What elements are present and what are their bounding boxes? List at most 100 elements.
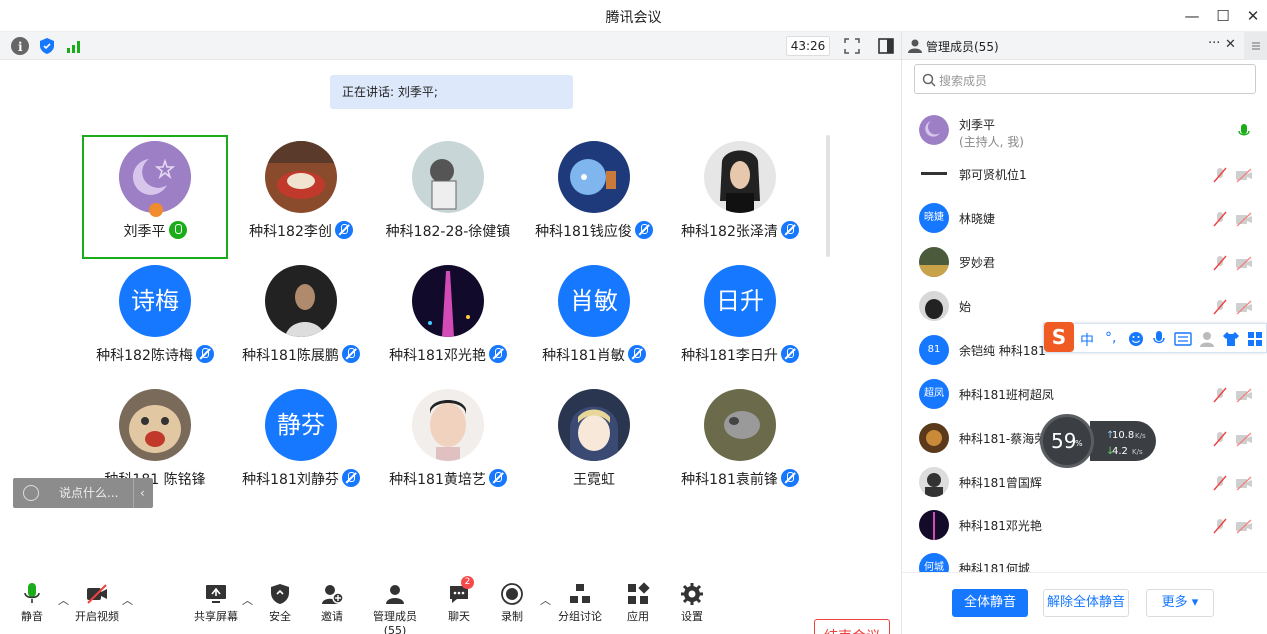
member-row[interactable]: 超凤 种科181班柯超凤 bbox=[902, 374, 1267, 416]
ime-punctuation-toggle[interactable]: °, bbox=[1105, 330, 1116, 346]
participant-tile[interactable]: 种科182-28-徐健镇 bbox=[375, 135, 521, 259]
participant-tile[interactable]: 种科182李创 bbox=[228, 135, 374, 259]
collapse-icon[interactable]: ‹ bbox=[133, 478, 145, 508]
chat-placeholder: 说点什么... bbox=[59, 486, 119, 500]
member-row[interactable]: 刘季平 (主持人, 我) bbox=[902, 110, 1267, 152]
member-row[interactable]: 种科181曾国辉 bbox=[902, 462, 1267, 504]
more-options-icon[interactable]: ··· bbox=[1208, 36, 1220, 51]
chevron-up-icon[interactable]: ︿ bbox=[122, 592, 133, 608]
security-button[interactable]: 安全 bbox=[266, 582, 294, 624]
breakout-button[interactable]: 分组讨论 bbox=[556, 582, 604, 624]
chevron-up-icon[interactable]: ︿ bbox=[242, 592, 253, 608]
participant-tile[interactable]: 种科181陈展鹏 bbox=[228, 259, 374, 383]
camera-off-icon[interactable] bbox=[1235, 475, 1253, 491]
end-meeting-button[interactable]: 结束会议 bbox=[814, 619, 890, 634]
camera-off-icon[interactable] bbox=[1235, 518, 1253, 534]
user-icon[interactable] bbox=[1199, 331, 1215, 347]
panel-menu-icon[interactable] bbox=[1244, 32, 1267, 60]
unmute-all-button[interactable]: 解除全体静音 bbox=[1043, 589, 1129, 617]
apps-button[interactable]: 应用 bbox=[624, 582, 652, 624]
minimize-button[interactable]: — bbox=[1180, 5, 1204, 27]
member-row[interactable]: 何城 种科181何城 bbox=[902, 548, 1267, 572]
participant-tile[interactable]: 诗梅 种科182陈诗梅 bbox=[82, 259, 228, 383]
breakout-rooms-icon bbox=[570, 584, 590, 603]
mic-on-icon[interactable] bbox=[1236, 123, 1252, 139]
camera-off-icon[interactable] bbox=[1235, 167, 1253, 183]
member-row[interactable]: 始 bbox=[902, 286, 1267, 328]
close-button[interactable]: ✕ bbox=[1241, 5, 1265, 27]
member-row[interactable]: 郭可贤机位1 bbox=[902, 154, 1267, 196]
skin-icon[interactable] bbox=[1222, 331, 1240, 347]
share-screen-button[interactable]: 共享屏幕 bbox=[192, 582, 240, 624]
shield-icon[interactable] bbox=[38, 37, 56, 55]
mic-muted-icon[interactable] bbox=[1212, 387, 1228, 403]
grid-scrollbar[interactable] bbox=[826, 135, 830, 257]
signal-icon[interactable] bbox=[65, 37, 83, 55]
chevron-up-icon[interactable]: ︿ bbox=[540, 592, 551, 608]
participant-name: 种科181黄培艺 bbox=[389, 472, 486, 488]
quick-chat-toast[interactable]: 说点什么... ‹ bbox=[13, 478, 153, 508]
participant-tile[interactable]: 种科181钱应俊 bbox=[521, 135, 667, 259]
invite-button[interactable]: 邀请 bbox=[318, 582, 346, 624]
participant-tile[interactable]: 种科181黄培艺 bbox=[375, 383, 521, 507]
meeting-timer: 43:26 bbox=[786, 36, 830, 56]
ime-mode-toggle[interactable]: 中 bbox=[1080, 330, 1094, 350]
mic-muted-icon bbox=[780, 345, 799, 363]
record-button[interactable]: 录制 bbox=[498, 582, 526, 624]
layout-toggle-icon[interactable] bbox=[876, 36, 896, 56]
meeting-info-bar: i 43:26 bbox=[0, 32, 901, 60]
participant-tile[interactable]: 种科181袁前锋 bbox=[667, 383, 813, 507]
participant-name: 种科181刘静芬 bbox=[242, 472, 339, 488]
mic-muted-icon[interactable] bbox=[1212, 299, 1228, 315]
video-button[interactable]: 开启视频 bbox=[70, 582, 124, 624]
member-row[interactable]: 罗妙君 bbox=[902, 242, 1267, 284]
toolbox-icon[interactable] bbox=[1247, 331, 1263, 347]
member-row[interactable]: 种科181邓光艳 bbox=[902, 505, 1267, 547]
camera-off-icon[interactable] bbox=[1235, 211, 1253, 227]
cpu-usage-ring: 59 % bbox=[1040, 414, 1094, 468]
participant-tile[interactable]: 种科181邓光艳 bbox=[375, 259, 521, 383]
more-button[interactable]: 更多 ▾ bbox=[1146, 589, 1214, 617]
mic-muted-icon[interactable] bbox=[1212, 475, 1228, 491]
voice-input-icon[interactable] bbox=[1152, 330, 1166, 348]
network-speeds: ↑ 10.8 K/s ↓ 4.2 K/s bbox=[1090, 421, 1156, 461]
info-icon[interactable]: i bbox=[11, 37, 29, 55]
participant-tile[interactable]: 王霓虹 bbox=[521, 383, 667, 507]
camera-off-icon[interactable] bbox=[1235, 299, 1253, 315]
participant-tile[interactable]: 刘季平 bbox=[82, 135, 228, 259]
mute-all-button[interactable]: 全体静音 bbox=[952, 589, 1028, 617]
ime-logo[interactable]: S bbox=[1044, 322, 1074, 352]
avatar bbox=[558, 141, 630, 213]
fullscreen-icon[interactable] bbox=[842, 36, 862, 56]
camera-off-icon[interactable] bbox=[1235, 387, 1253, 403]
close-panel-icon[interactable]: ✕ bbox=[1225, 37, 1236, 52]
avatar bbox=[558, 389, 630, 461]
network-speed-widget[interactable]: ↑ 10.8 K/s ↓ 4.2 K/s 59 % bbox=[1040, 414, 1156, 468]
member-row[interactable]: 晓婕 林晓婕 bbox=[902, 198, 1267, 240]
manage-members-button[interactable]: 管理成员(55) bbox=[362, 582, 428, 634]
participant-tile[interactable]: 肖敏 种科181肖敏 bbox=[521, 259, 667, 383]
mic-muted-icon[interactable] bbox=[1212, 255, 1228, 271]
member-name: 种科181班柯超凤 bbox=[959, 388, 1054, 402]
member-role: (主持人, 我) bbox=[959, 135, 1024, 149]
participant-tile[interactable]: 种科182张泽清 bbox=[667, 135, 813, 259]
mic-muted-icon[interactable] bbox=[1212, 211, 1228, 227]
settings-button[interactable]: 设置 bbox=[678, 582, 706, 624]
mic-muted-icon[interactable] bbox=[1212, 167, 1228, 183]
camera-off-icon[interactable] bbox=[1235, 255, 1253, 271]
maximize-button[interactable]: ☐ bbox=[1211, 5, 1235, 27]
chevron-up-icon[interactable]: ︿ bbox=[58, 592, 69, 608]
mic-muted-icon[interactable] bbox=[1212, 431, 1228, 447]
keyboard-icon[interactable] bbox=[1174, 332, 1192, 346]
emoji-icon[interactable] bbox=[1128, 331, 1144, 347]
participant-tile[interactable]: 静芬 种科181刘静芬 bbox=[228, 383, 374, 507]
camera-off-icon[interactable] bbox=[1235, 431, 1253, 447]
member-search-input[interactable]: 搜索成员 bbox=[914, 64, 1256, 94]
apps-grid-icon bbox=[628, 582, 650, 604]
mic-muted-icon[interactable] bbox=[1212, 518, 1228, 534]
participant-tile[interactable]: 日升 种科181李日升 bbox=[667, 259, 813, 383]
member-name: 种科181何城 bbox=[959, 562, 1030, 572]
member-name: 余铠纯 种科181 bbox=[959, 344, 1046, 358]
mute-button[interactable]: 静音 bbox=[14, 582, 50, 624]
emoji-icon[interactable] bbox=[23, 485, 39, 501]
